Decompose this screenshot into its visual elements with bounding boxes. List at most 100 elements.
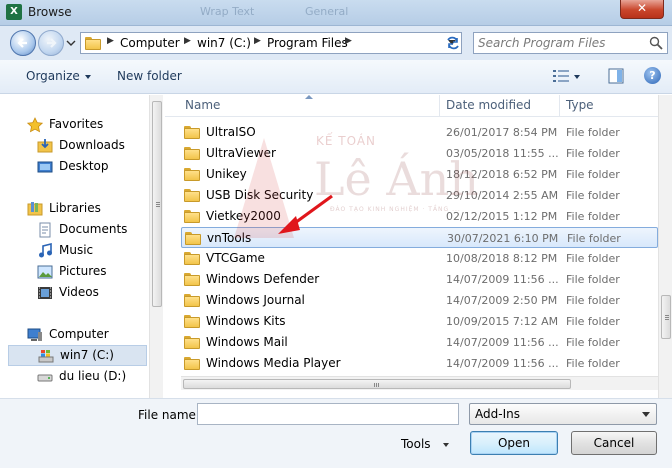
search-box[interactable] (473, 32, 668, 54)
dialog-footer: File name: Add-Ins Tools Open Cancel (0, 398, 672, 468)
search-input[interactable] (478, 35, 638, 51)
table-row[interactable]: Windows Kits 10/09/2015 7:12 AM File fol… (181, 311, 658, 332)
nav-drive-c[interactable]: win7 (C:) (8, 345, 147, 366)
cancel-button[interactable]: Cancel (571, 431, 657, 455)
table-row[interactable]: UltraViewer 03/05/2018 11:55 ... File fo… (181, 143, 658, 164)
file-date: 14/07/2009 2:50 PM (446, 294, 558, 307)
nav-music[interactable]: Music (37, 241, 147, 261)
file-type: File folder (566, 189, 620, 202)
folder-icon (184, 315, 200, 328)
vertical-scrollbar[interactable] (658, 95, 672, 398)
file-type: File folder (567, 232, 621, 245)
help-icon[interactable]: ? (644, 67, 661, 84)
close-button[interactable]: ✕ (620, 0, 664, 19)
nav-favorites[interactable]: Favorites (27, 115, 147, 135)
chevron-down-icon[interactable] (574, 75, 580, 79)
nav-label: Favorites (49, 117, 104, 131)
breadcrumb-separator-icon[interactable]: ▶ (345, 36, 352, 46)
breadcrumb-separator-icon[interactable]: ▶ (184, 36, 191, 46)
column-name[interactable]: Name (185, 98, 220, 112)
folder-icon (185, 232, 201, 245)
file-type: File folder (566, 273, 620, 286)
tools-button[interactable]: Tools (401, 437, 449, 451)
nav-label: win7 (C:) (60, 348, 114, 362)
nav-label: Videos (59, 285, 99, 299)
file-name: Windows Defender (206, 272, 320, 286)
file-name: Windows Mail (206, 335, 288, 349)
breadcrumb-separator-icon[interactable]: ▶ (107, 36, 114, 46)
table-row[interactable]: UltraISO 26/01/2017 8:54 PM File folder (181, 122, 658, 143)
back-arrow-icon (17, 38, 27, 48)
scrollbar-thumb[interactable] (183, 379, 571, 389)
address-row: ▶ Computer ▶ win7 (C:) ▶ Program Files ▶ (0, 26, 672, 60)
nav-videos[interactable]: Videos (37, 283, 147, 303)
chevron-down-icon (84, 74, 91, 79)
table-row[interactable]: Windows Mail 14/07/2009 11:56 ... File f… (181, 332, 658, 353)
file-date: 10/08/2018 8:12 PM (446, 252, 558, 265)
nav-drive-d[interactable]: du lieu (D:) (37, 367, 147, 387)
file-date: 14/07/2009 11:56 ... (446, 357, 559, 370)
file-type: File folder (566, 126, 620, 139)
breadcrumb-program-files[interactable]: Program Files (267, 36, 348, 50)
file-date: 10/09/2015 7:12 AM (446, 315, 559, 328)
nav-label: Pictures (59, 264, 107, 278)
refresh-icon[interactable] (444, 36, 462, 50)
file-name-label: File name: (138, 408, 200, 422)
back-button[interactable] (10, 30, 36, 56)
table-row[interactable]: Windows Media Player 14/07/2009 11:56 ..… (181, 353, 658, 374)
breadcrumb-computer[interactable]: Computer (120, 36, 180, 50)
table-row[interactable]: USB Disk Security 29/10/2014 2:55 AM Fil… (181, 185, 658, 206)
file-name: Windows Kits (206, 314, 286, 328)
pictures-icon (37, 265, 53, 279)
organize-button[interactable]: Organize (26, 69, 91, 83)
table-row[interactable]: VTCGame 10/08/2018 8:12 PM File folder (181, 248, 658, 269)
new-folder-button[interactable]: New folder (117, 69, 182, 83)
file-date: 14/07/2009 11:56 ... (446, 336, 559, 349)
scrollbar-thumb[interactable] (661, 295, 671, 339)
file-name-input[interactable] (197, 403, 459, 425)
file-date: 02/12/2015 1:12 PM (446, 210, 558, 223)
tools-label: Tools (401, 437, 431, 451)
horizontal-scrollbar[interactable] (181, 376, 658, 390)
table-row[interactable]: Windows Defender 14/07/2009 11:56 ... Fi… (181, 269, 658, 290)
title-bar: X Browse Wrap Text General ✕ (0, 0, 672, 26)
folder-icon (184, 189, 200, 202)
libraries-icon (27, 202, 43, 216)
nav-desktop[interactable]: Desktop (37, 157, 147, 177)
nav-label: Computer (49, 327, 109, 341)
chevron-down-icon (642, 412, 650, 417)
address-bar[interactable]: ▶ Computer ▶ win7 (C:) ▶ Program Files ▶ (80, 32, 462, 54)
file-type-selected: Add-Ins (475, 407, 520, 421)
table-row[interactable]: Vietkey2000 02/12/2015 1:12 PM File fold… (181, 206, 658, 227)
table-row-selected[interactable]: vnTools 30/07/2021 6:10 PM File folder (181, 227, 658, 248)
view-options-icon[interactable] (553, 69, 569, 83)
search-icon[interactable] (649, 36, 663, 50)
table-row[interactable]: Unikey 18/12/2018 6:52 PM File folder (181, 164, 658, 185)
table-row[interactable]: Windows Journal 14/07/2009 2:50 PM File … (181, 290, 658, 311)
navigation-scrollbar[interactable] (149, 95, 163, 398)
nav-pictures[interactable]: Pictures (37, 262, 147, 282)
folder-icon (184, 252, 200, 265)
nav-label: Libraries (49, 201, 101, 215)
star-icon (27, 117, 43, 133)
file-type: File folder (566, 315, 620, 328)
command-bar: Organize New folder ? (0, 60, 672, 94)
preview-pane-icon[interactable] (608, 68, 624, 84)
nav-documents[interactable]: Documents (37, 220, 147, 240)
breadcrumb-separator-icon[interactable]: ▶ (254, 36, 261, 46)
open-button[interactable]: Open (470, 431, 558, 455)
file-type-dropdown[interactable]: Add-Ins (469, 403, 657, 425)
recent-pages-dropdown-icon[interactable] (66, 39, 76, 47)
nav-label: Desktop (59, 159, 109, 173)
column-date-modified[interactable]: Date modified (446, 98, 531, 112)
file-type: File folder (566, 357, 620, 370)
scrollbar-thumb[interactable] (152, 101, 162, 307)
column-type[interactable]: Type (566, 98, 594, 112)
nav-computer[interactable]: Computer (27, 325, 147, 345)
nav-downloads[interactable]: Downloads (37, 136, 147, 156)
file-name: vnTools (207, 231, 252, 245)
breadcrumb-drive[interactable]: win7 (C:) (197, 36, 251, 50)
forward-button[interactable] (38, 30, 64, 56)
nav-libraries[interactable]: Libraries (27, 199, 147, 219)
windows-drive-icon (38, 350, 54, 363)
